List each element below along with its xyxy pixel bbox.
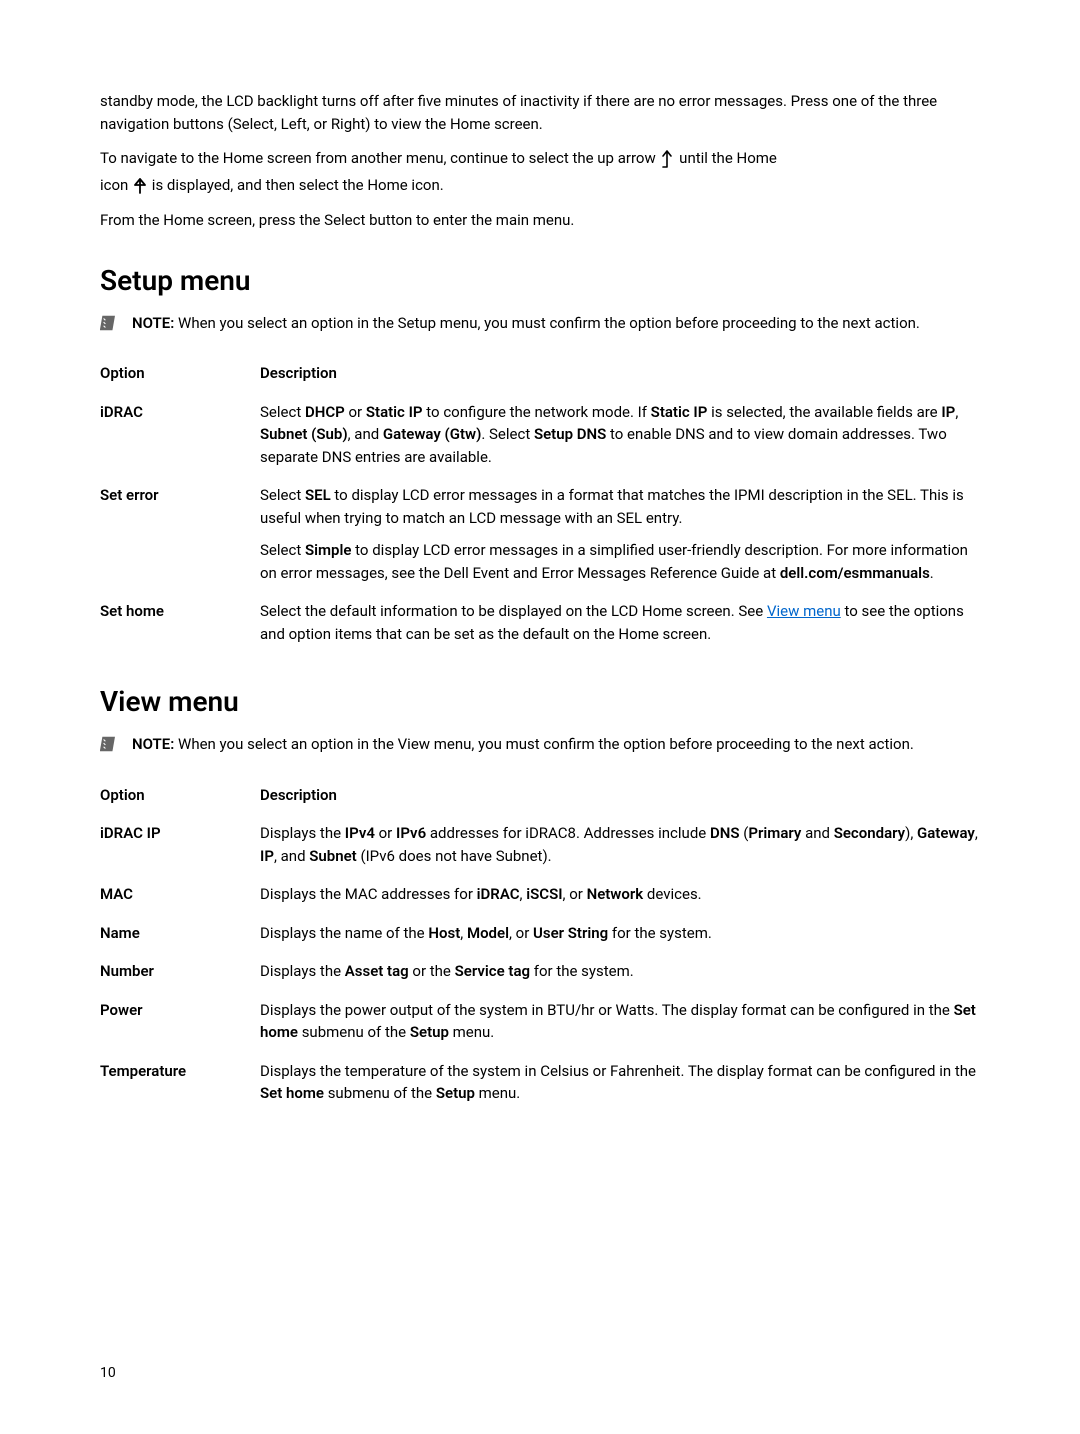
- page-number: 10: [100, 1363, 116, 1384]
- setup-note-text: NOTE: When you select an option in the S…: [132, 312, 980, 335]
- intro-paragraph-1: standby mode, the LCD backlight turns of…: [100, 90, 980, 135]
- option-mac: MAC: [100, 875, 260, 914]
- table-header-row: Option Description: [100, 776, 980, 815]
- name-description: Displays the name of the Host, Model, or…: [260, 914, 980, 953]
- option-column-header: Option: [100, 776, 260, 815]
- option-idrac-ip: iDRAC IP: [100, 814, 260, 875]
- view-note-text: NOTE: When you select an option in the V…: [132, 733, 980, 756]
- up-arrow-icon: [659, 148, 675, 170]
- table-row: Temperature Displays the temperature of …: [100, 1052, 980, 1113]
- home-arrow-icon: [132, 175, 148, 197]
- option-idrac: iDRAC: [100, 393, 260, 477]
- option-number: Number: [100, 952, 260, 991]
- table-row: iDRAC IP Displays the IPv4 or IPv6 addre…: [100, 814, 980, 875]
- table-row: Number Displays the Asset tag or the Ser…: [100, 952, 980, 991]
- note-icon: [100, 733, 118, 760]
- setup-options-table: Option Description iDRAC Select DHCP or …: [100, 354, 980, 653]
- table-row: iDRAC Select DHCP or Static IP to config…: [100, 393, 980, 477]
- intro-p3b-text: is displayed, and then select the Home i…: [152, 176, 444, 194]
- note-icon: [100, 312, 118, 339]
- table-row: Name Displays the name of the Host, Mode…: [100, 914, 980, 953]
- power-description: Displays the power output of the system …: [260, 991, 980, 1052]
- option-temperature: Temperature: [100, 1052, 260, 1113]
- set-home-description: Select the default information to be dis…: [260, 592, 980, 653]
- intro-paragraph-3: icon is displayed, and then select the H…: [100, 174, 980, 197]
- view-note: NOTE: When you select an option in the V…: [100, 733, 980, 760]
- option-column-header: Option: [100, 354, 260, 393]
- idrac-ip-description: Displays the IPv4 or IPv6 addresses for …: [260, 814, 980, 875]
- view-menu-link[interactable]: View menu: [767, 602, 841, 620]
- setup-menu-heading: Setup menu: [100, 260, 980, 302]
- note-body-text: When you select an option in the View me…: [178, 735, 914, 753]
- description-column-header: Description: [260, 354, 980, 393]
- intro-paragraph-4: From the Home screen, press the Select b…: [100, 209, 980, 232]
- intro-p2b-text: until the Home: [679, 149, 777, 167]
- note-label: NOTE:: [132, 314, 178, 332]
- option-set-error: Set error: [100, 476, 260, 592]
- table-row: MAC Displays the MAC addresses for iDRAC…: [100, 875, 980, 914]
- description-column-header: Description: [260, 776, 980, 815]
- temperature-description: Displays the temperature of the system i…: [260, 1052, 980, 1113]
- option-name: Name: [100, 914, 260, 953]
- number-description: Displays the Asset tag or the Service ta…: [260, 952, 980, 991]
- intro-paragraph-2: To navigate to the Home screen from anot…: [100, 147, 980, 170]
- table-row: Set error Select SEL to display LCD erro…: [100, 476, 980, 592]
- option-power: Power: [100, 991, 260, 1052]
- setup-note: NOTE: When you select an option in the S…: [100, 312, 980, 339]
- note-body-text: When you select an option in the Setup m…: [178, 314, 920, 332]
- option-set-home: Set home: [100, 592, 260, 653]
- table-row: Power Displays the power output of the s…: [100, 991, 980, 1052]
- table-row: Set home Select the default information …: [100, 592, 980, 653]
- view-menu-heading: View menu: [100, 681, 980, 723]
- intro-p3a-text: icon: [100, 176, 132, 194]
- idrac-description: Select DHCP or Static IP to configure th…: [260, 393, 980, 477]
- mac-description: Displays the MAC addresses for iDRAC, iS…: [260, 875, 980, 914]
- table-header-row: Option Description: [100, 354, 980, 393]
- set-error-description: Select SEL to display LCD error messages…: [260, 476, 980, 592]
- intro-p2a-text: To navigate to the Home screen from anot…: [100, 149, 659, 167]
- note-label: NOTE:: [132, 735, 178, 753]
- view-options-table: Option Description iDRAC IP Displays the…: [100, 776, 980, 1113]
